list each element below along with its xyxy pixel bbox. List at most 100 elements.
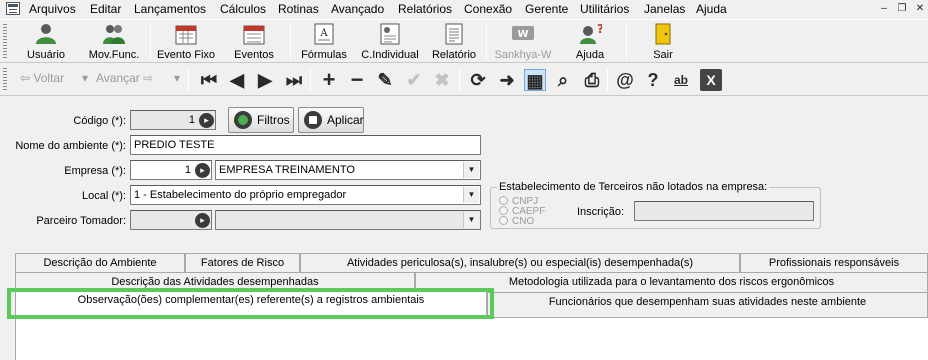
- empresa-label: Empresa (*):: [64, 165, 126, 177]
- usuario-button[interactable]: Usuário: [14, 21, 78, 63]
- toolbar-separator: [290, 24, 291, 60]
- parceiro-label: Parceiro Tomador:: [36, 215, 126, 227]
- movfunc-button[interactable]: Mov.Func.: [82, 21, 146, 63]
- eventos-button[interactable]: Eventos: [222, 21, 286, 63]
- formulas-button[interactable]: A Fórmulas: [294, 21, 354, 63]
- tab-descricao-ambiente[interactable]: Descrição do Ambiente: [15, 253, 185, 273]
- menu-janelas[interactable]: Janelas: [644, 2, 685, 16]
- menu-lancamentos[interactable]: Lançamentos: [134, 2, 206, 16]
- apply-icon: [304, 111, 322, 129]
- help-icon[interactable]: ?: [642, 69, 664, 91]
- toolbar-separator: [459, 68, 460, 92]
- sair-button[interactable]: Sair: [634, 21, 692, 63]
- previous-record-icon[interactable]: ◀: [226, 69, 248, 91]
- codigo-lookup-icon[interactable]: ▸: [199, 113, 214, 128]
- restore-icon[interactable]: ❐: [894, 2, 910, 16]
- parceiro-lookup-icon[interactable]: ▸: [195, 213, 210, 228]
- ajuda-button[interactable]: ? Ajuda: [560, 21, 620, 63]
- tab-observacoes-registros[interactable]: Observação(ões) complementar(es) referen…: [15, 290, 487, 317]
- next-record-icon[interactable]: ▶: [254, 69, 276, 91]
- confirm-icon[interactable]: ✔: [403, 69, 425, 91]
- toolbar-grip[interactable]: [3, 68, 7, 92]
- local-select[interactable]: 1 - Estabelecimento do próprio empregado…: [130, 185, 481, 205]
- main-toolbar: Usuário Mov.Func. Evento Fixo Eventos A …: [0, 19, 928, 63]
- relatorio-button[interactable]: Relatório: [426, 21, 482, 63]
- edit-record-icon[interactable]: ✎: [374, 69, 396, 91]
- back-dropdown-icon[interactable]: ▾: [82, 71, 88, 85]
- tab-funcionarios-ambiente[interactable]: Funcionários que desempenham suas ativid…: [487, 292, 928, 317]
- menu-arquivos[interactable]: Arquivos: [29, 2, 76, 16]
- nome-ambiente-input[interactable]: PREDIO TESTE: [130, 135, 481, 155]
- forward-button[interactable]: Avançar ⇨: [96, 71, 153, 85]
- relatorio-label: Relatório: [431, 49, 477, 61]
- excel-export-icon[interactable]: X: [700, 69, 722, 91]
- menu-avancado[interactable]: Avançado: [331, 2, 384, 16]
- movfunc-label: Mov.Func.: [88, 49, 140, 61]
- sair-label: Sair: [653, 49, 673, 61]
- menu-rotinas[interactable]: Rotinas: [278, 2, 319, 16]
- minimize-icon[interactable]: –: [876, 2, 892, 16]
- eventos-label: Eventos: [234, 49, 274, 61]
- filter-icon: [234, 111, 252, 129]
- forward-arrow-icon: ⇨: [143, 71, 154, 85]
- calendar-list-icon: [243, 25, 265, 45]
- tab-content-panel[interactable]: [15, 317, 928, 360]
- tab-metodologia-ergonomicos[interactable]: Metodologia utilizada para o levantament…: [415, 272, 928, 292]
- report-icon: [445, 23, 463, 45]
- first-record-icon[interactable]: ⏮: [198, 69, 220, 91]
- nome-label: Nome do ambiente (*):: [15, 140, 126, 152]
- id-card-icon: [380, 23, 400, 45]
- add-record-icon[interactable]: +: [318, 69, 340, 91]
- parceiro-select[interactable]: ▼: [215, 210, 481, 230]
- print-icon[interactable]: ⎙: [581, 69, 603, 91]
- menu-ajuda[interactable]: Ajuda: [696, 2, 727, 16]
- filtros-button[interactable]: Filtros: [228, 107, 294, 133]
- sankhya-logo-icon: W: [512, 26, 534, 40]
- tab-atividades-periculosas[interactable]: Atividades periculosa(s), insalubre(s) o…: [300, 253, 740, 273]
- menu-calculos[interactable]: Cálculos: [220, 2, 266, 16]
- empresa-lookup-icon[interactable]: ▸: [195, 163, 210, 178]
- chevron-down-icon: ▼: [463, 187, 479, 203]
- menu-editar[interactable]: Editar: [90, 2, 121, 16]
- aplicar-label: Aplicar: [327, 113, 364, 127]
- email-icon[interactable]: @: [614, 69, 636, 91]
- sankhya-button[interactable]: W Sankhya-W: [490, 21, 556, 63]
- goto-icon[interactable]: ➜: [496, 69, 518, 91]
- menu-utilitarios[interactable]: Utilitários: [580, 2, 629, 16]
- cancel-icon[interactable]: ✖: [431, 69, 453, 91]
- grid-view-icon[interactable]: ▦: [524, 69, 546, 91]
- filtros-label: Filtros: [257, 113, 290, 127]
- forward-label: Avançar: [96, 71, 140, 85]
- toolbar-grip[interactable]: [3, 24, 7, 60]
- menu-bar: Arquivos Editar Lançamentos Cálculos Rot…: [0, 0, 928, 19]
- refresh-icon[interactable]: ⟳: [467, 69, 489, 91]
- cindividual-button[interactable]: C.Individual: [358, 21, 422, 63]
- toolbar-separator: [486, 24, 487, 60]
- usuario-label: Usuário: [27, 49, 65, 61]
- close-icon[interactable]: ✕: [912, 2, 928, 16]
- svg-text:?: ?: [597, 23, 602, 36]
- search-icon[interactable]: ⌕: [552, 69, 574, 91]
- tab-descricao-atividades[interactable]: Descrição das Atividades desempenhadas: [15, 272, 415, 292]
- spellcheck-icon[interactable]: ab: [670, 69, 692, 91]
- evento-fixo-button[interactable]: Evento Fixo: [154, 21, 218, 63]
- forward-dropdown-icon[interactable]: ▾: [174, 71, 180, 85]
- radio-cno[interactable]: CNO: [499, 216, 534, 227]
- menu-relatorios[interactable]: Relatórios: [398, 2, 452, 16]
- menu-conexao[interactable]: Conexão: [464, 2, 512, 16]
- svg-text:A: A: [319, 28, 328, 39]
- inscricao-input[interactable]: [634, 201, 814, 221]
- aplicar-button[interactable]: Aplicar: [298, 107, 364, 133]
- last-record-icon[interactable]: ⏭: [283, 69, 305, 91]
- local-value: 1 - Estabelecimento do próprio empregado…: [134, 189, 347, 201]
- empresa-select[interactable]: EMPRESA TREINAMENTO ▼: [215, 160, 481, 180]
- app-menu-icon[interactable]: [6, 2, 20, 15]
- cindividual-label: C.Individual: [361, 49, 419, 61]
- codigo-value: 1: [188, 114, 195, 126]
- menu-gerente[interactable]: Gerente: [525, 2, 568, 16]
- tab-profissionais-responsaveis[interactable]: Profissionais responsáveis: [740, 253, 928, 273]
- tab-fatores-risco[interactable]: Fatores de Risco: [185, 253, 300, 273]
- delete-record-icon[interactable]: −: [346, 69, 368, 91]
- back-button[interactable]: ⇦ Voltar: [20, 71, 64, 85]
- chevron-down-icon: ▼: [463, 212, 479, 228]
